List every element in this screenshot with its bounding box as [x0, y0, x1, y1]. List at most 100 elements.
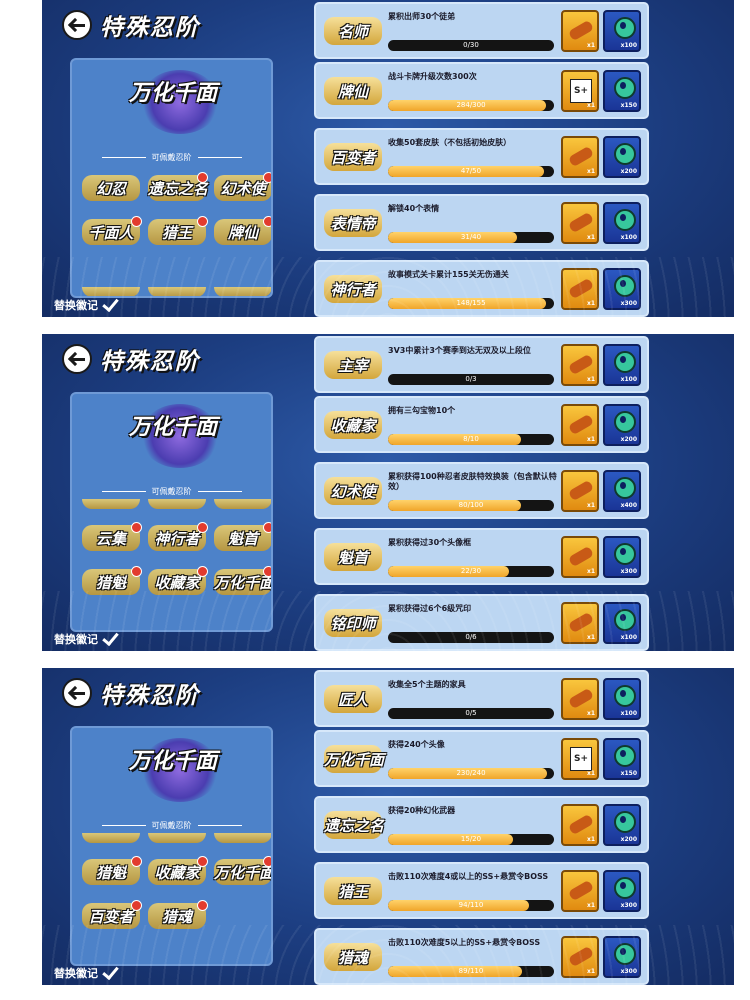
- badge-item-partial[interactable]: [214, 287, 271, 296]
- jade-reward-icon[interactable]: x200: [603, 404, 641, 446]
- scroll-reward-icon[interactable]: x1: [561, 470, 599, 512]
- featured-badge: 万化千面: [110, 70, 236, 134]
- jade-reward-icon[interactable]: x150: [603, 738, 641, 780]
- replace-badge-toggle[interactable]: 替换徽记: [54, 628, 119, 647]
- achievement-row[interactable]: 牌仙 战斗卡牌升级次数300次 284/300 x1 x150: [314, 62, 649, 119]
- badge-item-partial[interactable]: [148, 287, 206, 296]
- back-arrow-icon[interactable]: [62, 678, 92, 708]
- achievement-row[interactable]: 魁首 累积获得过30个头像框 22/30 x1 x300: [314, 528, 649, 585]
- red-dot-icon: [197, 522, 208, 533]
- badge-item-partial[interactable]: [82, 499, 140, 509]
- jade-reward-icon[interactable]: x400: [603, 470, 641, 512]
- scroll-reward-icon[interactable]: x1: [561, 136, 599, 178]
- scroll-reward-icon[interactable]: x1: [561, 10, 599, 52]
- scroll-reward-icon[interactable]: x1: [561, 536, 599, 578]
- scroll-reward-icon[interactable]: x1: [561, 404, 599, 446]
- badge-label: 猎魁: [95, 864, 126, 882]
- badge-item[interactable]: 收藏家: [148, 566, 208, 595]
- jade-reward-icon[interactable]: x200: [603, 136, 641, 178]
- progress-bar: 47/50: [388, 166, 554, 177]
- progress-text: 230/240: [456, 769, 486, 777]
- badge-item[interactable]: 云集: [82, 522, 142, 551]
- achievement-badge: 表情帝: [324, 209, 382, 237]
- badge-item[interactable]: 百变者: [82, 900, 142, 929]
- badge-item[interactable]: 收藏家: [148, 856, 208, 885]
- badge-item[interactable]: 猎魁: [82, 856, 142, 885]
- reward-quantity: x1: [586, 568, 595, 575]
- jade-reward-icon[interactable]: x100: [603, 602, 641, 644]
- badge-item[interactable]: 千面人: [82, 216, 142, 245]
- badge-item-partial[interactable]: [214, 499, 271, 509]
- badge-item[interactable]: 牌仙: [214, 216, 271, 245]
- jade-reward-icon[interactable]: x100: [603, 678, 641, 720]
- achievement-row[interactable]: 猎王 击败110次难度4或以上的SS+悬赏令BOSS 94/110 x1 x30…: [314, 862, 649, 919]
- badge-item-partial[interactable]: [148, 833, 206, 843]
- replace-badge-toggle[interactable]: 替换徽记: [54, 962, 119, 981]
- achievement-description: 击败110次难度4或以上的SS+悬赏令BOSS: [388, 872, 549, 881]
- red-dot-icon: [131, 216, 142, 227]
- badge-item[interactable]: 万化千面: [214, 566, 271, 595]
- badge-item[interactable]: 猎魁: [82, 566, 142, 595]
- achievement-row[interactable]: 匠人 收集全5个主题的家具 0/5 x1 x100: [314, 670, 649, 727]
- badge-item[interactable]: 幻术使: [214, 172, 271, 201]
- red-dot-icon: [197, 900, 208, 911]
- wearable-label: 可佩戴忍阶: [151, 487, 192, 496]
- jade-reward-icon[interactable]: x200: [603, 804, 641, 846]
- wearable-header: 可佩戴忍阶: [72, 820, 271, 831]
- achievement-badge-label: 万化千面: [324, 751, 385, 769]
- scroll-reward-icon[interactable]: x1: [561, 936, 599, 978]
- scroll-reward-icon[interactable]: x1: [561, 804, 599, 846]
- jade-reward-icon[interactable]: x100: [603, 202, 641, 244]
- replace-badge-toggle[interactable]: 替换徽记: [54, 294, 119, 313]
- reward-quantity: x1: [586, 902, 595, 909]
- achievement-description: 故事模式关卡累计155关无伤通关: [388, 270, 509, 279]
- badge-item[interactable]: 幻忍: [82, 175, 140, 201]
- card-reward-icon[interactable]: x1: [561, 70, 599, 112]
- back-arrow-icon[interactable]: [62, 10, 92, 40]
- reward-quantity: x1: [586, 436, 595, 443]
- badge-item[interactable]: 神行者: [148, 522, 208, 551]
- achievement-row[interactable]: 主宰 3V3中累计3个赛季到达无双及以上段位 0/3 x1 x100: [314, 336, 649, 393]
- scroll-reward-icon[interactable]: x1: [561, 202, 599, 244]
- achievement-row[interactable]: 猎魂 击败110次难度5以上的SS+悬赏令BOSS 89/110 x1 x300: [314, 928, 649, 985]
- badge-item[interactable]: 魁首: [214, 522, 271, 551]
- achievement-badge: 猎王: [324, 877, 382, 905]
- jade-reward-icon[interactable]: x300: [603, 536, 641, 578]
- scroll-reward-icon[interactable]: x1: [561, 678, 599, 720]
- achievement-row[interactable]: 铭印师 累积获得过6个6级咒印 0/6 x1 x100: [314, 594, 649, 651]
- badge-collection-card: 万化千面 可佩戴忍阶 幻忍 遗忘之名 幻术使 千面人 猎王 牌仙: [70, 58, 273, 298]
- achievement-row[interactable]: 百变者 收集50套皮肤（不包括初始皮肤） 47/50 x1 x200: [314, 128, 649, 185]
- badge-item-partial[interactable]: [214, 833, 271, 843]
- scroll-reward-icon[interactable]: x1: [561, 602, 599, 644]
- achievement-badge-label: 猎魂: [337, 949, 368, 967]
- scroll-reward-icon[interactable]: x1: [561, 268, 599, 310]
- badge-item[interactable]: 猎王: [148, 216, 208, 245]
- jade-reward-icon[interactable]: x150: [603, 70, 641, 112]
- jade-reward-icon[interactable]: x300: [603, 870, 641, 912]
- badge-item-partial[interactable]: [82, 833, 140, 843]
- badge-item-partial[interactable]: [148, 499, 206, 509]
- back-arrow-icon[interactable]: [62, 344, 92, 374]
- badge-label: 百变者: [88, 908, 134, 926]
- badge-item[interactable]: 猎魂: [148, 900, 208, 929]
- badge-item[interactable]: 万化千面: [214, 856, 271, 885]
- achievement-row[interactable]: 幻术使 累积获得100种忍者皮肤特效换装（包含默认特效） 80/100 x1 x…: [314, 462, 649, 519]
- badge-item[interactable]: 遗忘之名: [148, 172, 208, 201]
- achievement-row[interactable]: 万化千面 获得240个头像 230/240 x1 x150: [314, 730, 649, 787]
- card-reward-icon[interactable]: x1: [561, 738, 599, 780]
- achievement-row[interactable]: 遗忘之名 获得20种幻化武器 15/20 x1 x200: [314, 796, 649, 853]
- achievement-badge: 魁首: [324, 543, 382, 571]
- achievement-badge-label: 主宰: [337, 357, 368, 375]
- jade-reward-icon[interactable]: x100: [603, 344, 641, 386]
- achievement-row[interactable]: 名师 累积出师30个徒弟 0/30 x1 x100: [314, 2, 649, 59]
- reward-quantity: x1: [586, 234, 595, 241]
- jade-reward-icon[interactable]: x100: [603, 10, 641, 52]
- achievement-row[interactable]: 表情帝 解锁40个表情 31/40 x1 x100: [314, 194, 649, 251]
- scroll-reward-icon[interactable]: x1: [561, 344, 599, 386]
- progress-bar: 284/300: [388, 100, 554, 111]
- jade-reward-icon[interactable]: x300: [603, 268, 641, 310]
- jade-reward-icon[interactable]: x300: [603, 936, 641, 978]
- achievement-row[interactable]: 收藏家 拥有三勾宝物10个 8/10 x1 x200: [314, 396, 649, 453]
- achievement-row[interactable]: 神行者 故事模式关卡累计155关无伤通关 148/155 x1 x300: [314, 260, 649, 317]
- scroll-reward-icon[interactable]: x1: [561, 870, 599, 912]
